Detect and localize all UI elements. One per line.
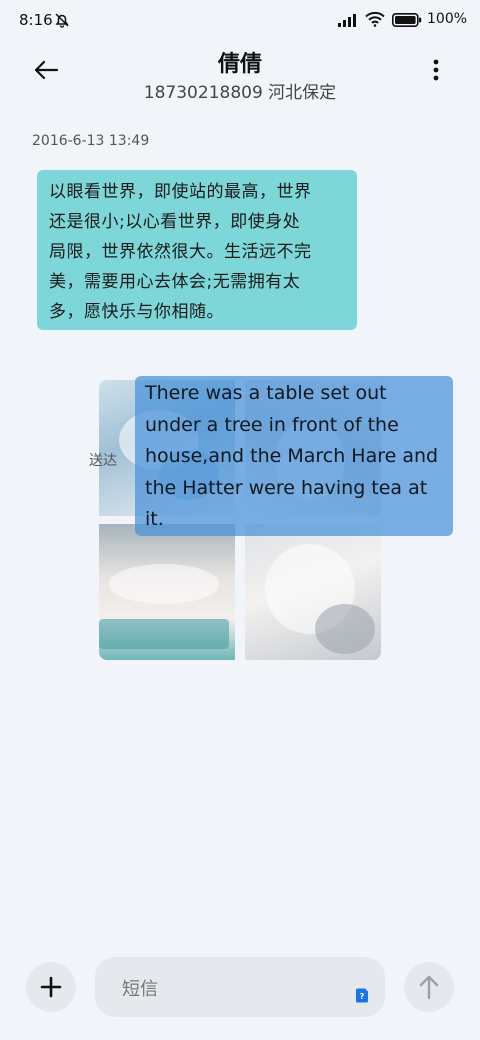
message-input[interactable]: 短信 ? [95, 957, 385, 1017]
message-line: 多，愿快乐与你相随。 [49, 302, 224, 322]
bell-off-icon [55, 13, 69, 28]
photo-thumbnail[interactable] [245, 524, 381, 660]
signal-icon [338, 14, 356, 27]
wifi-icon [365, 11, 385, 27]
conversation-header: 倩倩 18730218809 河北保定 [0, 40, 480, 110]
message-line: 局限，世界依然很大。生活远不完 [49, 242, 312, 262]
message-line: house,and the March Hare and [145, 445, 439, 467]
incoming-message-bubble[interactable]: 以眼看世界，即使站的最高，世界 还是很小;以心看世界，即使身处 局限，世界依然很… [37, 170, 357, 330]
photo-thumbnail[interactable] [99, 524, 235, 660]
status-bar: 8:16 100% [0, 0, 480, 40]
message-line: 美，需要用心去体会;无需拥有太 [49, 272, 301, 292]
more-vertical-icon [433, 59, 439, 81]
outgoing-message-bubble[interactable]: There was a table set out under a tree i… [135, 376, 453, 536]
contact-number-location: 18730218809 河北保定 [143, 83, 337, 103]
delivery-status: 送达 [89, 453, 117, 469]
battery-percent: 100% [427, 11, 468, 27]
contact-name[interactable]: 倩倩 [0, 46, 480, 78]
message-line: it. [145, 508, 164, 530]
battery-icon [392, 13, 422, 27]
more-options-button[interactable] [424, 54, 448, 86]
message-line: 还是很小;以心看世界，即使身处 [49, 212, 301, 232]
message-line: 以眼看世界，即使站的最高，世界 [49, 182, 312, 202]
add-attachment-button[interactable] [26, 962, 76, 1012]
sim-badge: ? [360, 992, 365, 1001]
message-timestamp: 2016-6-13 13:49 [32, 133, 150, 149]
message-line: There was a table set out [145, 382, 387, 404]
status-time: 8:16 [19, 11, 53, 29]
message-line: under a tree in front of the [145, 413, 399, 436]
message-line: the Hatter were having tea at [145, 476, 428, 499]
arrow-up-icon [419, 975, 439, 1000]
sim-card-icon[interactable]: ? [355, 988, 369, 1003]
send-button[interactable] [404, 962, 454, 1012]
message-composer: 短信 ? [0, 950, 480, 1030]
plus-icon [40, 976, 62, 998]
message-input-placeholder: 短信 [122, 979, 158, 1000]
